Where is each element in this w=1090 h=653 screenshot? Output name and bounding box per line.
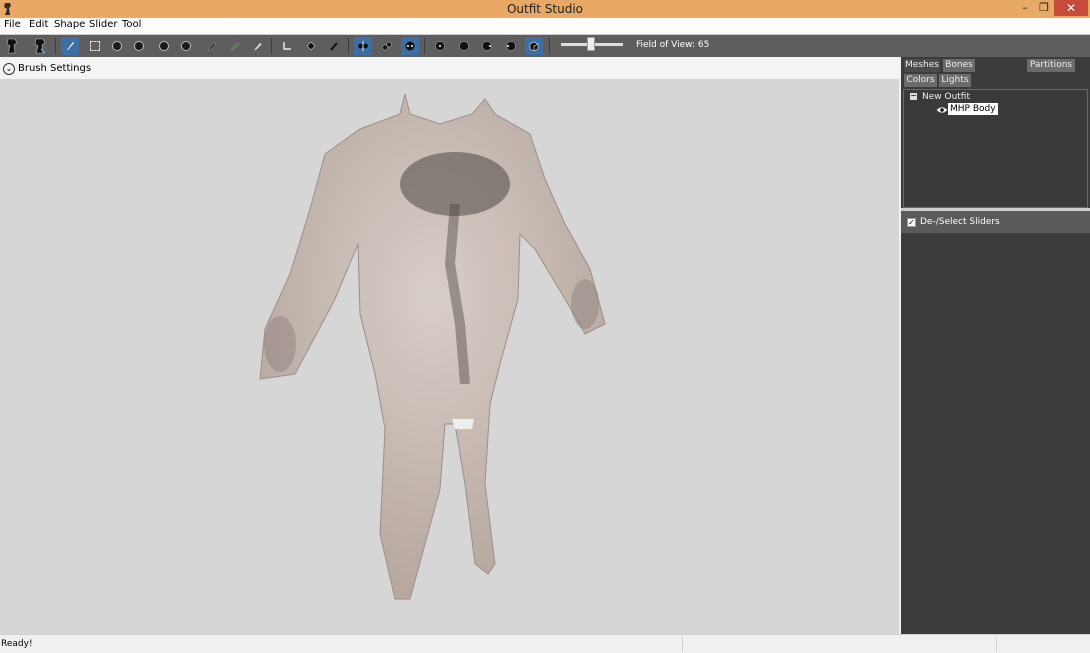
field-of-view-label: Field of View: 65 xyxy=(636,40,710,50)
save-outfit-button[interactable] xyxy=(31,37,49,55)
brush-settings-expand-icon[interactable]: ⌄ xyxy=(3,63,15,75)
tab-lights[interactable]: Lights xyxy=(939,74,971,87)
mask-brush-icon xyxy=(90,41,100,51)
inflate-brush-icon xyxy=(112,41,122,51)
tab-colors[interactable]: Colors xyxy=(904,74,937,87)
pivot-icon xyxy=(306,41,316,51)
left-view-button[interactable] xyxy=(478,37,496,55)
load-outfit-button[interactable] xyxy=(3,37,21,55)
deflate-brush-icon xyxy=(134,41,144,51)
save-outfit-icon xyxy=(34,38,46,54)
collapse-icon[interactable]: − xyxy=(910,92,917,100)
smooth-brush-button[interactable] xyxy=(177,37,195,55)
move-brush-button[interactable] xyxy=(155,37,173,55)
title-bar: Outfit Studio – ❐ ✕ xyxy=(0,0,1090,18)
status-divider xyxy=(682,637,683,651)
toolbar-separator xyxy=(271,38,272,54)
sliders-label[interactable]: De-/Select Sliders xyxy=(920,217,1000,227)
x-mirror-icon xyxy=(358,41,368,51)
color-brush-button[interactable] xyxy=(203,37,221,55)
status-bar: Ready! xyxy=(0,634,1090,653)
brush-settings-label[interactable]: Brush Settings xyxy=(18,63,91,74)
move-brush-icon xyxy=(159,41,169,51)
deflate-brush-button[interactable] xyxy=(130,37,148,55)
menu-shape[interactable]: Shape xyxy=(54,19,85,30)
connected-only-icon xyxy=(382,41,392,51)
right-view-icon xyxy=(506,41,516,51)
fov-slider-thumb[interactable] xyxy=(587,37,595,51)
toolbar-separator xyxy=(55,38,56,54)
perspective-button[interactable] xyxy=(525,37,543,55)
vertex-edit-icon xyxy=(330,42,338,51)
alpha-brush-button[interactable] xyxy=(226,37,244,55)
front-view-button[interactable] xyxy=(431,37,449,55)
toolbar-separator xyxy=(348,38,349,54)
toolbar-separator xyxy=(424,38,425,54)
perspective-icon xyxy=(529,41,539,51)
alpha-brush-icon xyxy=(230,42,240,51)
window-title: Outfit Studio xyxy=(506,2,584,16)
global-brush-button[interactable] xyxy=(401,37,419,55)
tree-item-mesh[interactable]: MHP Body xyxy=(948,103,998,115)
menu-edit[interactable]: Edit xyxy=(29,19,48,30)
close-button[interactable]: ✕ xyxy=(1054,0,1088,16)
front-view-icon xyxy=(435,41,445,51)
select-sliders-checkbox[interactable]: ✓ xyxy=(907,218,916,227)
brush-settings-bar: ⌄ Brush Settings xyxy=(0,57,899,80)
back-view-button[interactable] xyxy=(455,37,473,55)
back-view-icon xyxy=(459,41,469,51)
mesh-tree: − New Outfit MHP Body xyxy=(903,89,1088,208)
select-brush-icon xyxy=(67,42,74,50)
transform-button[interactable] xyxy=(278,37,296,55)
weight-brush-button[interactable] xyxy=(249,37,267,55)
status-text: Ready! xyxy=(1,639,33,649)
load-outfit-icon xyxy=(6,38,18,54)
left-view-icon xyxy=(482,41,492,51)
vertex-edit-button[interactable] xyxy=(325,37,343,55)
global-brush-icon xyxy=(405,41,415,51)
menu-bar: File Edit Shape Slider Tool xyxy=(0,18,1090,34)
body-mesh xyxy=(259,93,606,600)
tree-root-item[interactable]: New Outfit xyxy=(922,92,970,102)
connected-only-button[interactable] xyxy=(378,37,396,55)
inflate-brush-button[interactable] xyxy=(108,37,126,55)
partitions-button[interactable]: Partitions xyxy=(1027,59,1075,72)
sliders-header: ✓ De-/Select Sliders xyxy=(901,211,1090,233)
status-divider xyxy=(996,637,997,651)
x-mirror-button[interactable] xyxy=(354,37,372,55)
3d-viewport[interactable] xyxy=(0,79,899,634)
mask-brush-button[interactable] xyxy=(86,37,104,55)
menu-tool[interactable]: Tool xyxy=(122,19,141,30)
transform-icon xyxy=(283,42,291,50)
tab-bones[interactable]: Bones xyxy=(943,59,975,72)
tab-meshes[interactable]: Meshes xyxy=(904,59,940,72)
menu-file[interactable]: File xyxy=(4,19,21,30)
right-panel: Meshes Bones Partitions Colors Lights − … xyxy=(901,57,1090,634)
smooth-brush-icon xyxy=(181,41,191,51)
weight-brush-icon xyxy=(253,42,263,51)
pivot-button[interactable] xyxy=(302,37,320,55)
select-brush-button[interactable] xyxy=(61,37,79,55)
toolbar: Field of View: 65 xyxy=(0,35,1090,57)
menu-slider[interactable]: Slider xyxy=(89,19,118,30)
color-brush-icon xyxy=(207,42,217,51)
visibility-eye-icon[interactable] xyxy=(936,105,948,115)
toolbar-separator xyxy=(549,38,550,54)
right-view-button[interactable] xyxy=(502,37,520,55)
